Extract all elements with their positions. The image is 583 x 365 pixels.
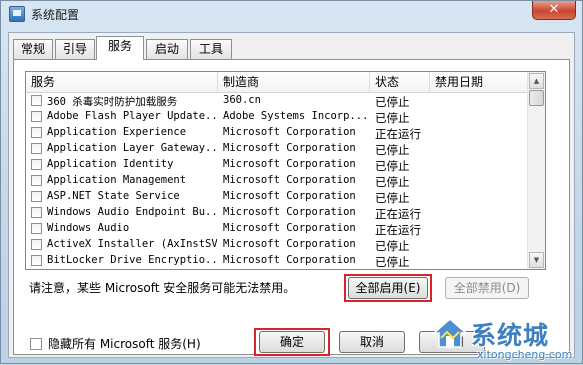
- service-name: Application Experience: [47, 126, 187, 138]
- cancel-button[interactable]: 取消: [339, 331, 405, 353]
- service-checkbox[interactable]: [31, 207, 42, 218]
- column-header-disabled-date[interactable]: 禁用日期: [430, 72, 529, 92]
- disable-all-button[interactable]: 全部禁用(D): [445, 277, 529, 299]
- service-status: 已停止: [375, 95, 410, 109]
- hide-microsoft-checkbox[interactable]: [30, 338, 42, 350]
- service-name: Application Layer Gateway...: [47, 142, 217, 154]
- tab-services[interactable]: 服务: [96, 36, 144, 60]
- vertical-scrollbar[interactable]: ▲ ▼: [527, 72, 545, 269]
- service-name: Application Management: [47, 174, 187, 186]
- service-name: ASP.NET State Service: [47, 190, 180, 202]
- service-checkbox[interactable]: [31, 127, 42, 138]
- service-rows: 360 杀毒实时防护加载服务 360.cn 已停止 Adobe Flash Play…: [26, 93, 529, 269]
- service-status: 已停止: [375, 255, 410, 269]
- service-row[interactable]: Application Experience Microsoft Corporat…: [26, 125, 529, 141]
- service-manufacturer: Microsoft Corporation: [223, 126, 356, 138]
- service-checkbox[interactable]: [31, 143, 42, 154]
- service-name: ActiveX Installer (AxInstSV): [47, 238, 217, 250]
- service-row[interactable]: Application Layer Gateway... Microsoft Co…: [26, 141, 529, 157]
- tab-boot[interactable]: 引导: [55, 39, 95, 59]
- service-checkbox[interactable]: [31, 255, 42, 266]
- dialog-body: 常规 引导 服务 启动 工具 服务 制造商 状态 禁用日期 360 杀毒实时防护…: [8, 32, 575, 358]
- service-row[interactable]: 360 杀毒实时防护加载服务 360.cn 已停止: [26, 93, 529, 109]
- service-manufacturer: Microsoft Corporation: [223, 142, 356, 154]
- service-checkbox[interactable]: [31, 175, 42, 186]
- title-bar[interactable]: 系统配置 ✕: [1, 1, 582, 27]
- service-manufacturer: Microsoft Corporation: [223, 222, 356, 234]
- scroll-thumb[interactable]: [529, 90, 544, 106]
- service-manufacturer: Microsoft Corporation: [223, 174, 356, 186]
- watermark-url: xitongcheng.com: [477, 348, 573, 361]
- window-title: 系统配置: [31, 8, 80, 22]
- service-checkbox[interactable]: [31, 159, 42, 170]
- service-name: 360 杀毒实时防护加载服务: [47, 96, 178, 108]
- service-status: 已停止: [375, 175, 410, 189]
- service-name: Windows Audio: [47, 222, 130, 234]
- service-checkbox[interactable]: [31, 95, 42, 106]
- service-name: Adobe Flash Player Update...: [47, 110, 217, 122]
- hide-microsoft-label[interactable]: 隐藏所有 Microsoft 服务(H): [48, 335, 201, 352]
- service-status: 已停止: [375, 239, 410, 253]
- column-header-service[interactable]: 服务: [26, 72, 218, 92]
- service-checkbox[interactable]: [31, 111, 42, 122]
- watermark-brand: 系统城: [471, 321, 550, 350]
- tab-tools[interactable]: 工具: [190, 39, 232, 59]
- service-status: 正在运行: [375, 207, 421, 221]
- service-manufacturer: Microsoft Corporation: [223, 158, 356, 170]
- service-name: BitLocker Drive Encryptio...: [47, 254, 217, 266]
- service-manufacturer: Microsoft Corporation: [223, 238, 356, 250]
- service-status: 正在运行: [375, 127, 421, 141]
- tab-general[interactable]: 常规: [13, 39, 53, 59]
- service-checkbox[interactable]: [31, 223, 42, 234]
- service-row[interactable]: Application Management Microsoft Corporat…: [26, 173, 529, 189]
- service-status: 已停止: [375, 143, 410, 157]
- watermark: 系统城 xitongcheng.com: [429, 316, 583, 365]
- service-name: Windows Audio Endpoint Bu...: [47, 206, 217, 218]
- scroll-down-arrow-icon[interactable]: ▼: [529, 252, 544, 268]
- service-name: Application Identity: [47, 158, 174, 170]
- service-manufacturer: Microsoft Corporation: [223, 206, 356, 218]
- ok-highlight: [254, 328, 330, 356]
- house-logo-icon: [433, 318, 467, 348]
- msconfig-app-icon: [9, 6, 25, 22]
- service-status: 已停止: [375, 159, 410, 173]
- service-manufacturer: Microsoft Corporation: [223, 190, 356, 202]
- scroll-up-arrow-icon[interactable]: ▲: [529, 73, 544, 89]
- service-status: 已停止: [375, 111, 410, 125]
- service-row[interactable]: ActiveX Installer (AxInstSV) Microsoft Co…: [26, 237, 529, 253]
- service-checkbox[interactable]: [31, 239, 42, 250]
- service-row[interactable]: Windows Audio Endpoint Bu... Microsoft Co…: [26, 205, 529, 221]
- close-button[interactable]: ✕: [532, 1, 576, 20]
- service-status: 已停止: [375, 191, 410, 205]
- service-row[interactable]: Application Identity Microsoft Corporatio…: [26, 157, 529, 173]
- service-row[interactable]: Windows Audio Microsoft Corporation 正在运行: [26, 221, 529, 237]
- service-row[interactable]: ASP.NET State Service Microsoft Corporati…: [26, 189, 529, 205]
- service-row[interactable]: Adobe Flash Player Update... Adobe System…: [26, 109, 529, 125]
- service-manufacturer: 360.cn: [223, 94, 261, 106]
- tab-startup[interactable]: 启动: [146, 39, 188, 59]
- system-config-window: 系统配置 ✕ 常规 引导 服务 启动 工具 服务 制造商 状态 禁用日期 360…: [0, 0, 583, 364]
- service-manufacturer: Adobe Systems Incorp...: [223, 110, 369, 122]
- service-status: 正在运行: [375, 223, 421, 237]
- column-header-status[interactable]: 状态: [370, 72, 430, 92]
- service-checkbox[interactable]: [31, 191, 42, 202]
- list-header: 服务 制造商 状态 禁用日期: [26, 72, 529, 93]
- services-list[interactable]: 服务 制造商 状态 禁用日期 360 杀毒实时防护加载服务 360.cn 已停止 A…: [25, 71, 546, 270]
- service-row[interactable]: BitLocker Drive Encryptio... Microsoft Co…: [26, 253, 529, 269]
- column-header-manufacturer[interactable]: 制造商: [218, 72, 370, 92]
- enable-all-highlight: [344, 274, 432, 302]
- security-note: 请注意，某些 Microsoft 安全服务可能无法禁用。: [29, 281, 296, 295]
- service-manufacturer: Microsoft Corporation: [223, 254, 356, 266]
